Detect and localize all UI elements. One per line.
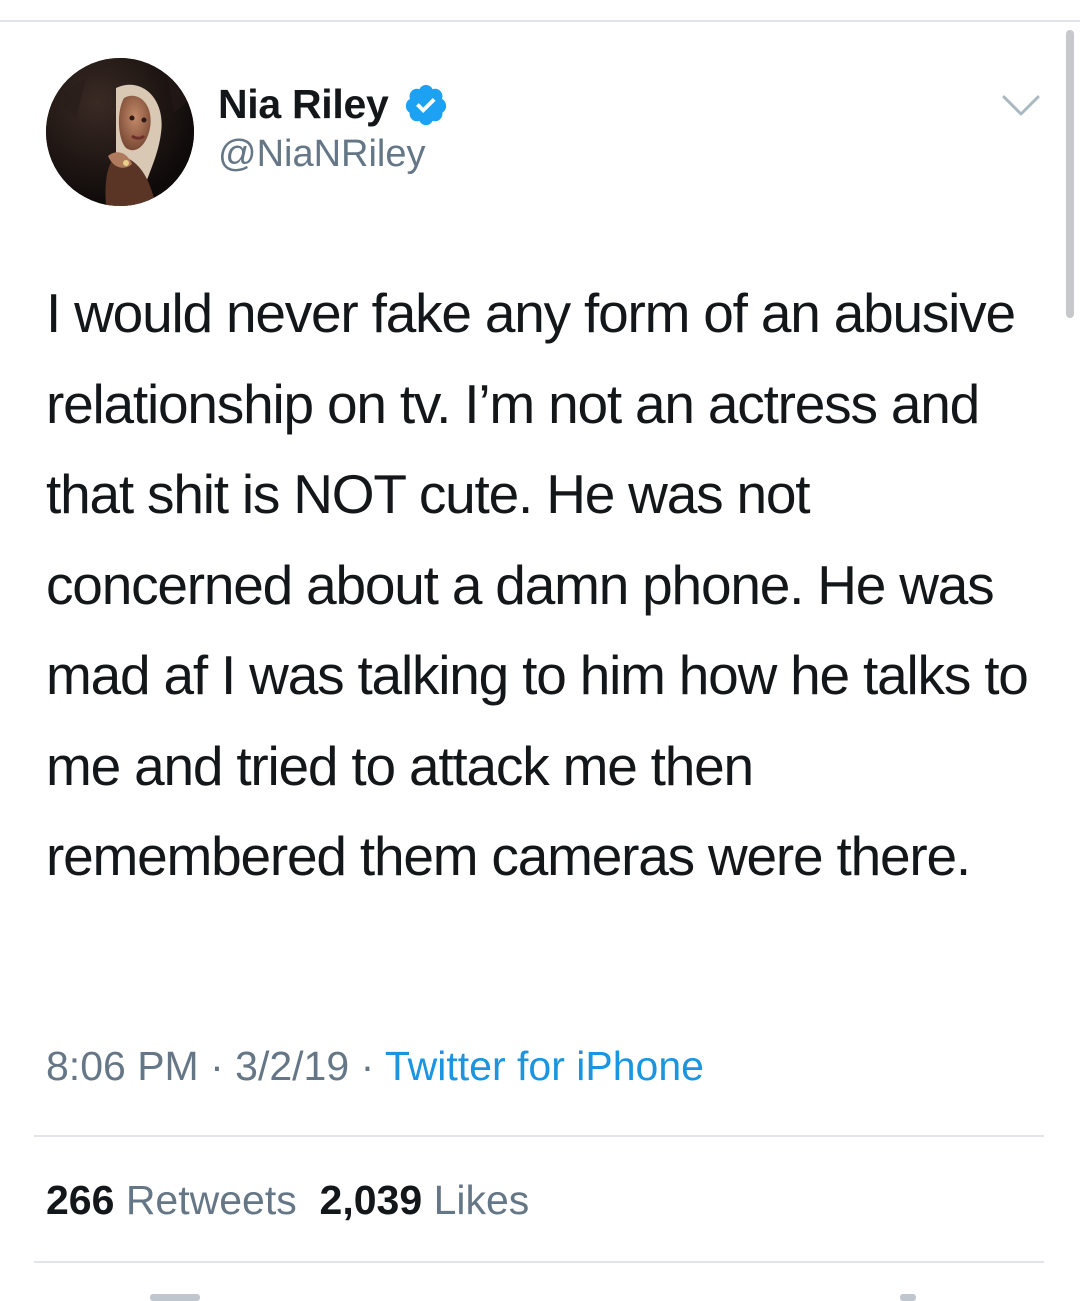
tweet-meta: 8:06 PM · 3/2/19 · Twitter for iPhone (46, 1040, 704, 1092)
likes-count: 2,039 (319, 1177, 423, 1223)
meta-separator: · (210, 1043, 224, 1089)
profile-photo (46, 58, 194, 206)
meta-separator: · (360, 1043, 375, 1089)
tweet-stats: 266 Retweets 2,039 Likes (46, 1175, 529, 1225)
divider (34, 1135, 1044, 1137)
reply-icon[interactable] (150, 1294, 200, 1301)
share-icon[interactable] (900, 1294, 916, 1301)
scrollbar[interactable] (1066, 30, 1074, 318)
divider (34, 1261, 1044, 1263)
tweet-source-link[interactable]: Twitter for iPhone (385, 1043, 704, 1089)
retweets-stat[interactable]: 266 Retweets (46, 1177, 297, 1223)
display-name[interactable]: Nia Riley (218, 80, 389, 128)
retweets-count: 266 (46, 1177, 115, 1223)
avatar[interactable] (46, 58, 194, 206)
retweets-label: Retweets (125, 1177, 297, 1223)
tweet-text: I would never fake any form of an abusiv… (46, 282, 1029, 887)
tweet-date: 3/2/19 (235, 1043, 350, 1089)
verified-badge-icon (405, 84, 447, 126)
likes-label: Likes (433, 1177, 530, 1223)
top-divider (0, 20, 1080, 22)
chevron-down-icon[interactable] (1000, 92, 1042, 120)
handle[interactable]: @NiaNRiley (218, 131, 426, 177)
likes-stat[interactable]: 2,039 Likes (320, 1177, 530, 1223)
tweet-time: 8:06 PM (46, 1043, 199, 1089)
